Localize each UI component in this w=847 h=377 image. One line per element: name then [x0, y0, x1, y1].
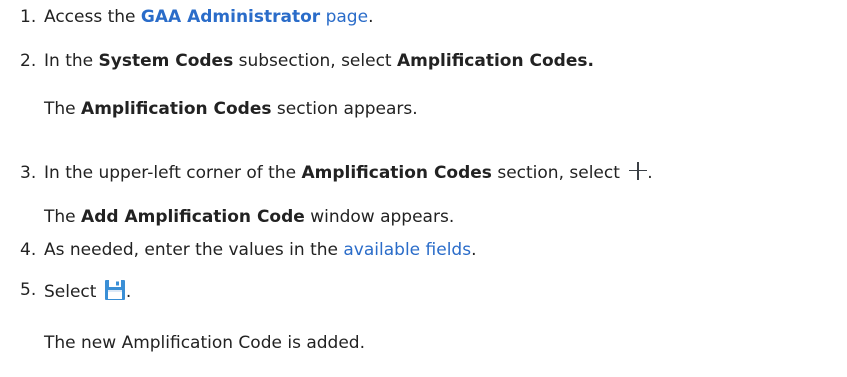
step-number: 5.	[20, 280, 37, 300]
step-text: In the System Codes subsection, select A…	[44, 51, 594, 71]
plus-icon	[629, 162, 648, 180]
step-number: 3.	[20, 163, 37, 183]
step-number: 1.	[20, 7, 37, 27]
available-fields-link[interactable]: available fields	[343, 240, 471, 260]
amplification-codes-term: Amplification Codes	[301, 163, 492, 183]
step-number: 4.	[20, 240, 37, 260]
step-text: In the upper-left corner of the Amplific…	[44, 162, 653, 183]
step-text: Select .	[44, 279, 131, 303]
gaa-administrator-link[interactable]: GAA Administrator page	[141, 7, 368, 27]
step-text: Access the GAA Administrator page.	[44, 7, 374, 27]
system-codes-term: System Codes	[98, 51, 234, 71]
step-3-result: The Add Amplification Code window appear…	[44, 207, 455, 227]
step-text: As needed, enter the values in the avail…	[44, 240, 477, 260]
amplification-codes-term: Amplification Codes.	[397, 51, 594, 71]
step-number: 2.	[20, 51, 37, 71]
procedure-steps: 1. Access the GAA Administrator page. 2.…	[0, 0, 847, 377]
step-prefix: Access the	[44, 7, 141, 27]
save-icon	[104, 280, 125, 300]
step-2-result: The Amplification Codes section appears.	[44, 99, 418, 119]
step-5-result: The new Amplification Code is added.	[44, 333, 365, 353]
